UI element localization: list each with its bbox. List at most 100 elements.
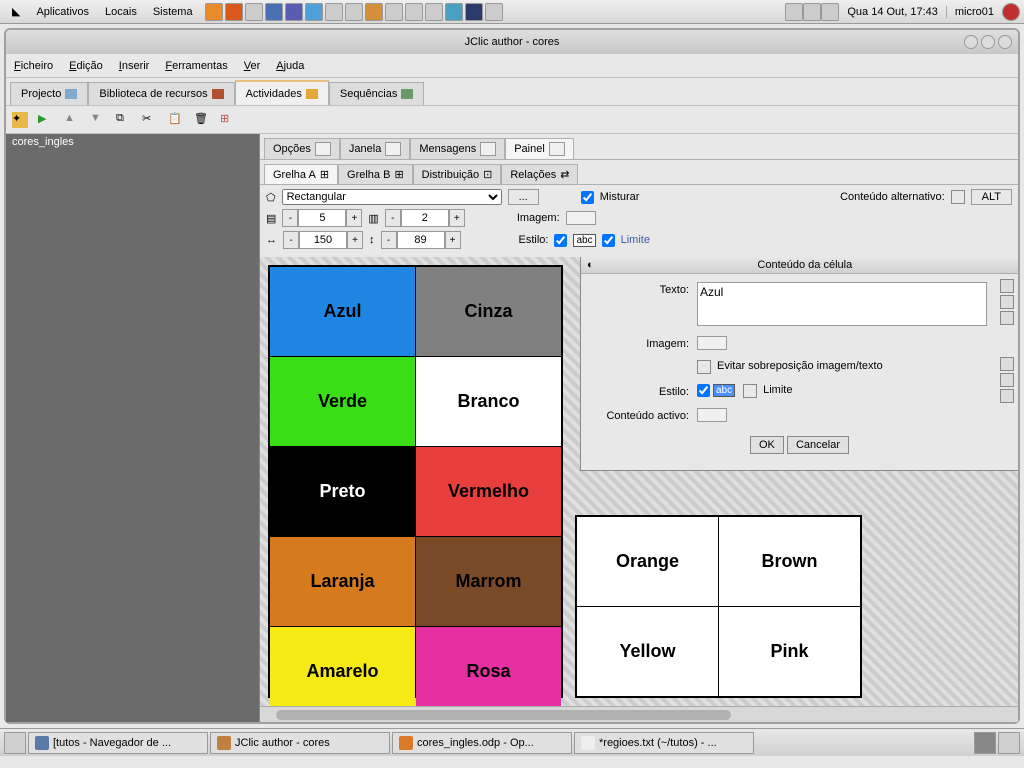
- play-icon[interactable]: ▶: [38, 112, 54, 128]
- tab-opcoes[interactable]: Opções: [264, 138, 340, 159]
- spin-down[interactable]: -: [381, 231, 397, 249]
- align-icon[interactable]: [1000, 389, 1014, 403]
- cut-icon[interactable]: ✂: [142, 112, 158, 128]
- up-icon[interactable]: ▲: [64, 112, 80, 128]
- launcher-icon[interactable]: [325, 3, 343, 21]
- shape-select[interactable]: Rectangular: [282, 189, 502, 205]
- delete-icon[interactable]: 🗑: [194, 112, 210, 128]
- launcher-icon[interactable]: [445, 3, 463, 21]
- tab-distribuicao[interactable]: Distribuição⊡: [413, 164, 502, 184]
- gnome-foot-icon[interactable]: ◣: [4, 5, 28, 18]
- shape-more-button[interactable]: ...: [508, 189, 539, 205]
- cols-input[interactable]: [298, 209, 346, 227]
- grid-cell[interactable]: Cinza: [416, 267, 561, 356]
- launcher-icon[interactable]: [465, 3, 483, 21]
- gnome-system-menu[interactable]: Sistema: [145, 6, 201, 18]
- scrollbar-thumb[interactable]: [276, 710, 731, 720]
- align-icon[interactable]: [1000, 279, 1014, 293]
- trash-icon[interactable]: [998, 732, 1020, 754]
- grid-cell[interactable]: Vermelho: [416, 447, 561, 536]
- tray-icon[interactable]: [785, 3, 803, 21]
- menu-ferramentas[interactable]: Ferramentas: [165, 60, 227, 72]
- spin-down[interactable]: -: [385, 209, 401, 227]
- launcher-icon[interactable]: [285, 3, 303, 21]
- launcher-icon[interactable]: [385, 3, 403, 21]
- limite-checkbox[interactable]: [602, 234, 615, 247]
- menu-edicao[interactable]: Edição: [69, 60, 103, 72]
- grid-cell[interactable]: Amarelo: [270, 627, 415, 706]
- tab-mensagens[interactable]: Mensagens: [410, 138, 505, 159]
- spin-up[interactable]: +: [347, 231, 363, 249]
- menu-ficheiro[interactable]: Ficheiro: [14, 60, 53, 72]
- launcher-icon[interactable]: [365, 3, 383, 21]
- limite-checkbox[interactable]: [743, 384, 757, 398]
- horizontal-scrollbar[interactable]: [260, 706, 1018, 722]
- grid-cell[interactable]: Laranja: [270, 537, 415, 626]
- titlebar[interactable]: JClic author - cores: [6, 30, 1018, 54]
- close-button[interactable]: [998, 35, 1012, 49]
- menu-inserir[interactable]: Inserir: [119, 60, 150, 72]
- estilo-checkbox[interactable]: [697, 384, 710, 397]
- taskbar-button[interactable]: JClic author - cores: [210, 732, 390, 754]
- width-spinner[interactable]: - +: [283, 231, 363, 249]
- launcher-icon[interactable]: [245, 3, 263, 21]
- grid-cell[interactable]: Branco: [416, 357, 561, 446]
- height-input[interactable]: [397, 231, 445, 249]
- network-icon[interactable]: [803, 3, 821, 21]
- rows-spinner[interactable]: - +: [385, 209, 465, 227]
- imagem-button[interactable]: [697, 336, 727, 350]
- grid-cell[interactable]: Preto: [270, 447, 415, 536]
- taskbar-button[interactable]: *regioes.txt (~/tutos) - ...: [574, 732, 754, 754]
- user-menu[interactable]: micro01: [946, 6, 1002, 18]
- grid-cell[interactable]: Azul: [270, 267, 415, 356]
- tab-grelha-b[interactable]: Grelha B⊞: [338, 164, 413, 184]
- height-spinner[interactable]: - +: [381, 231, 461, 249]
- firefox-icon[interactable]: [225, 3, 243, 21]
- width-input[interactable]: [299, 231, 347, 249]
- abc-style-button[interactable]: abc: [713, 384, 735, 397]
- tab-actividades[interactable]: Actividades: [235, 80, 329, 105]
- maximize-button[interactable]: [981, 35, 995, 49]
- conteudo-alt-checkbox[interactable]: [951, 190, 965, 204]
- misturar-checkbox[interactable]: [581, 191, 594, 204]
- launcher-icon[interactable]: [425, 3, 443, 21]
- cancel-button[interactable]: Cancelar: [787, 436, 849, 454]
- taskbar-button[interactable]: cores_ingles.odp - Op...: [392, 732, 572, 754]
- launcher-icon[interactable]: [265, 3, 283, 21]
- menu-ajuda[interactable]: Ajuda: [276, 60, 304, 72]
- copy-icon[interactable]: ⧉: [116, 112, 132, 128]
- estilo-checkbox[interactable]: [554, 234, 567, 247]
- tab-projecto[interactable]: Projecto: [10, 82, 88, 105]
- shutdown-icon[interactable]: [1002, 3, 1020, 21]
- alt-button[interactable]: ALT: [971, 189, 1012, 205]
- spin-down[interactable]: -: [282, 209, 298, 227]
- rows-input[interactable]: [401, 209, 449, 227]
- down-icon[interactable]: ▼: [90, 112, 106, 128]
- grid-cell[interactable]: Verde: [270, 357, 415, 446]
- evitar-checkbox[interactable]: [697, 360, 711, 374]
- paste-icon[interactable]: 📋: [168, 112, 184, 128]
- new-icon[interactable]: ✦: [12, 112, 28, 128]
- launcher-icon[interactable]: [485, 3, 503, 21]
- gnome-apps-menu[interactable]: Aplicativos: [28, 6, 97, 18]
- minimize-button[interactable]: [964, 35, 978, 49]
- activo-button[interactable]: [697, 408, 727, 422]
- align-icon[interactable]: [1000, 373, 1014, 387]
- grid-settings-icon[interactable]: ⊞: [220, 112, 236, 128]
- spin-up[interactable]: +: [445, 231, 461, 249]
- align-icon[interactable]: [1000, 311, 1014, 325]
- grid-cell[interactable]: Rosa: [416, 627, 561, 706]
- texto-input[interactable]: Azul: [697, 282, 987, 326]
- launcher-icon[interactable]: [305, 3, 323, 21]
- align-icon[interactable]: [1000, 295, 1014, 309]
- spin-up[interactable]: +: [346, 209, 362, 227]
- abc-style-button[interactable]: abc: [573, 234, 595, 247]
- grid-cell[interactable]: Yellow: [577, 607, 718, 696]
- spin-up[interactable]: +: [449, 209, 465, 227]
- launcher-icon[interactable]: [205, 3, 223, 21]
- volume-icon[interactable]: [821, 3, 839, 21]
- tab-relacoes[interactable]: Relações⇄: [501, 164, 578, 184]
- ok-button[interactable]: OK: [750, 436, 784, 454]
- clock[interactable]: Qua 14 Out, 17:43: [839, 6, 946, 18]
- gnome-places-menu[interactable]: Locais: [97, 6, 145, 18]
